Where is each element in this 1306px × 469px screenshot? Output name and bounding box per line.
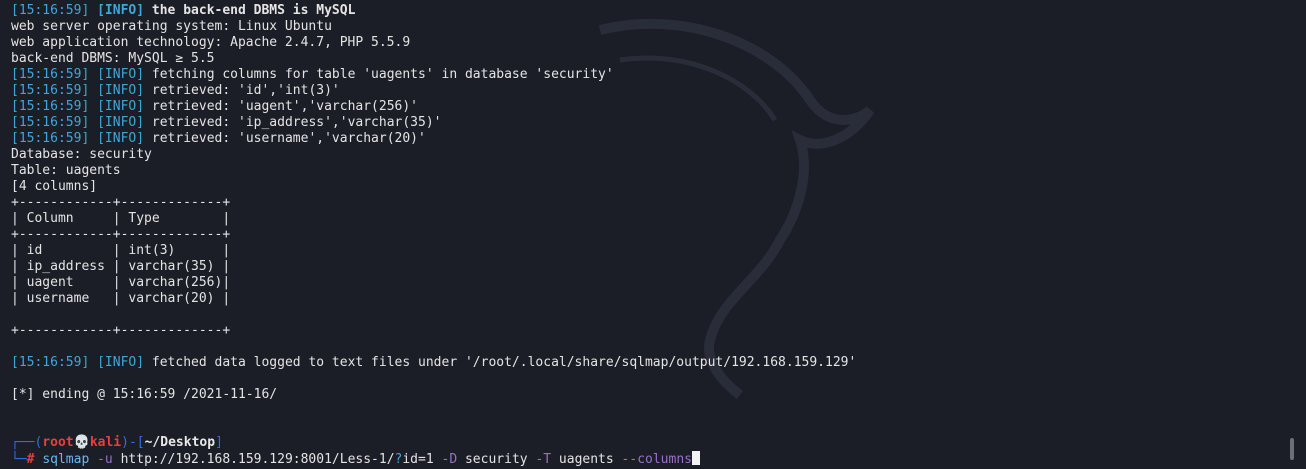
output-line: [15:16:59] [INFO] fetching columns for t… — [11, 67, 614, 82]
fetched-line: [15:16:59] [INFO] fetched data logged to… — [11, 355, 857, 370]
output-line: [15:16:59] [INFO] retrieved: 'uagent','v… — [11, 99, 419, 114]
table-border: +------------+-------------+ — [11, 195, 231, 210]
output-line: Table: uagents — [11, 163, 121, 178]
output-line: Database: security — [11, 147, 152, 162]
output-line: [15:16:59] [INFO] retrieved: 'id','int(3… — [11, 83, 340, 98]
output-line: [4 columns] — [11, 179, 98, 194]
table-row: | ip_address | varchar(35) | — [11, 259, 231, 274]
prompt-line: ┌──(root💀kali)-[~/Desktop] — [11, 435, 223, 450]
table-border: +------------+-------------+ — [11, 227, 231, 242]
output-line: web application technology: Apache 2.4.7… — [11, 35, 411, 50]
skull-icon: 💀 — [73, 435, 90, 450]
table-row: | uagent | varchar(256)| — [11, 275, 231, 290]
ending-line: [*] ending @ 15:16:59 /2021-11-16/ — [11, 387, 278, 402]
table-border: +------------+-------------+ — [11, 323, 231, 338]
output-line: [15:16:59] [INFO] retrieved: 'ip_address… — [11, 115, 442, 130]
text-cursor — [692, 451, 700, 465]
table-header: | Column | Type | — [11, 211, 231, 226]
output-line: [15:16:59] [INFO] retrieved: 'username',… — [11, 131, 426, 146]
output-line: back-end DBMS: MySQL ≥ 5.5 — [11, 51, 215, 66]
command-line[interactable]: └─# sqlmap -u http://192.168.159.129:800… — [11, 451, 1286, 467]
table-row: | id | int(3) | — [11, 243, 231, 258]
table-row: | username | varchar(20) | — [11, 291, 231, 306]
output-line: web server operating system: Linux Ubunt… — [11, 19, 332, 34]
output-line: [15:16:59] [INFO] the back-end DBMS is M… — [11, 3, 356, 18]
scrollbar[interactable] — [1290, 438, 1294, 460]
terminal-output: [15:16:59] [INFO] the back-end DBMS is M… — [11, 3, 1286, 467]
